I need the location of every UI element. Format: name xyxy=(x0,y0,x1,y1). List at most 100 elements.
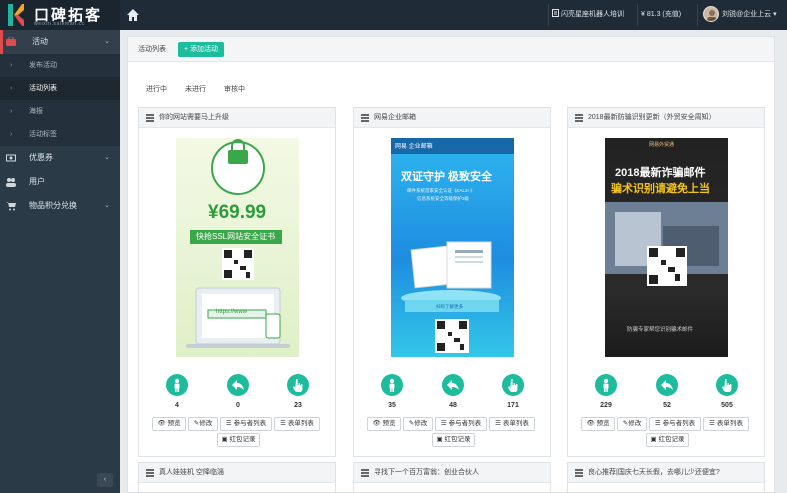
sidebar-collapse-button[interactable]: ‹ xyxy=(97,473,113,487)
balance-link[interactable]: ¥ 81.3 (充值) xyxy=(641,0,689,30)
button-label: 预览 xyxy=(382,420,396,427)
activity-icon xyxy=(6,37,16,46)
list-icon: ☰ xyxy=(709,420,715,427)
page-title: 活动列表 xyxy=(138,46,166,53)
eye-icon: 👁 xyxy=(372,420,381,427)
divider xyxy=(548,4,549,26)
logo[interactable]: 口碑拓客 weixin.saleman.cc xyxy=(0,0,120,30)
activity-card: 你的网站需要马上升级 SSL ¥69.99 快抢SSL网站安全证书 https:… xyxy=(138,107,336,457)
share-icon xyxy=(661,380,673,390)
url-label: https://www xyxy=(216,309,248,315)
edit-button[interactable]: ✎修改 xyxy=(188,417,218,431)
participants-button[interactable]: ☰ 参与者列表 xyxy=(435,417,487,431)
button-label: 表单列表 xyxy=(287,420,314,427)
eye-icon: 👁 xyxy=(586,420,595,427)
person-icon xyxy=(174,378,180,392)
forms-button[interactable]: ☰ 表单列表 xyxy=(274,417,320,431)
activity-card: 网易企业邮箱 网易 企业邮箱 双证守护 极致安全 邮件系统首家安全认证《EAL3… xyxy=(353,107,551,457)
headline-label: 2018最新诈骗邮件 xyxy=(615,167,706,179)
gift-icon: ▣ xyxy=(436,436,443,443)
sidebar-item-users[interactable]: 用户 xyxy=(0,170,120,194)
tab-ongoing[interactable]: 进行中 xyxy=(146,84,167,94)
logo-subtitle: weixin.saleman.cc xyxy=(34,21,85,27)
forms-button[interactable]: ☰ 表单列表 xyxy=(489,417,535,431)
sidebar-item-points-exchange[interactable]: 物品积分兑换 ⌄ xyxy=(0,194,120,218)
redpack-button[interactable]: ▣ 红包记录 xyxy=(432,433,475,447)
list-icon xyxy=(146,469,154,477)
subline-label: 邮件系统首家安全认证《EAL3+》 xyxy=(407,188,475,193)
avatar[interactable] xyxy=(703,6,719,22)
subline-label: 信息系统安全等级保护3级 xyxy=(417,196,470,201)
preview-button[interactable]: 👁 预览 xyxy=(152,417,186,431)
poster-image[interactable]: SSL ¥69.99 快抢SSL网站安全证书 https://www xyxy=(176,138,299,357)
poster-image[interactable]: 网易 企业邮箱 双证守护 极致安全 邮件系统首家安全认证《EAL3+》 信息系统… xyxy=(391,138,514,357)
card-title: 寻找下一个百万富翁：创业合伙人 xyxy=(374,469,479,476)
stat-value: 35 xyxy=(388,402,396,409)
card-header: 真人娃娃机 空降临淄 xyxy=(139,463,335,483)
sidebar-item-activity[interactable]: 活动 ⌄ xyxy=(0,30,120,54)
tab-under-review[interactable]: 审核中 xyxy=(224,84,245,94)
stat-value: 23 xyxy=(294,402,302,409)
button-label: 红包记录 xyxy=(229,436,256,443)
stat-value: 229 xyxy=(600,402,612,409)
sidebar-item-label: 发布活动 xyxy=(29,62,57,69)
clicks-stat xyxy=(716,374,738,396)
card-header: 网易企业邮箱 xyxy=(354,108,550,128)
footer-label: 扫码了解更多 xyxy=(436,304,463,309)
caret-down-icon: ▾ xyxy=(773,11,777,18)
sidebar-item-label: 活动列表 xyxy=(29,85,57,92)
preview-button[interactable]: 👁 预览 xyxy=(367,417,401,431)
button-label: 修改 xyxy=(628,420,642,427)
sidebar-item-activity-tags[interactable]: › 活动标签 xyxy=(0,123,120,146)
list-icon: ☰ xyxy=(440,420,447,427)
person-icon xyxy=(389,378,395,392)
user-menu[interactable]: 刘锐@企业上云 ▾ xyxy=(722,0,777,30)
clicks-stat xyxy=(502,374,524,396)
person-icon xyxy=(603,378,609,392)
stat-value: 505 xyxy=(721,402,733,409)
tab-not-started[interactable]: 未进行 xyxy=(185,84,206,94)
sidebar-item-coupon[interactable]: 优惠券 ⌄ xyxy=(0,146,120,170)
participants-button[interactable]: ☰ 参与者列表 xyxy=(220,417,272,431)
sidebar-item-publish[interactable]: › 发布活动 xyxy=(0,54,120,77)
bot-training-link[interactable]: 闪亮星座机器人培训 xyxy=(552,0,632,30)
button-label: 参与者列表 xyxy=(448,420,482,427)
sidebar-item-label: 活动标签 xyxy=(29,131,57,138)
list-icon xyxy=(361,469,369,477)
activity-card: 真人娃娃机 空降临淄 xyxy=(138,462,336,493)
sidebar-item-activity-list[interactable]: › 活动列表 xyxy=(0,77,120,100)
card-header: 寻找下一个百万富翁：创业合伙人 xyxy=(354,463,550,483)
sidebar: 活动 ⌄ › 发布活动 › 活动列表 › 海报 › 活动标签 优惠券 ⌄ 用户 … xyxy=(0,30,120,493)
list-icon: ☰ xyxy=(225,420,232,427)
list-icon xyxy=(575,114,583,122)
list-icon: ☰ xyxy=(280,420,286,427)
sidebar-item-label: 物品积分兑换 xyxy=(29,201,77,210)
sidebar-item-poster[interactable]: › 海报 xyxy=(0,100,120,123)
forms-button[interactable]: ☰ 表单列表 xyxy=(703,417,749,431)
shares-stat xyxy=(227,374,249,396)
ribbon-label: 快抢SSL网站安全证书 xyxy=(196,232,276,241)
redpack-button[interactable]: ▣ 红包记录 xyxy=(217,433,260,447)
share-icon xyxy=(232,380,244,390)
stat-value: 0 xyxy=(236,402,240,409)
add-activity-button[interactable]: + 添加活动 xyxy=(178,42,224,57)
edit-button[interactable]: ✎修改 xyxy=(617,417,647,431)
button-label: 表单列表 xyxy=(502,420,529,427)
logo-k-icon xyxy=(8,4,24,26)
card-title: 真人娃娃机 空降临淄 xyxy=(159,469,224,476)
sidebar-item-label: 活动 xyxy=(32,37,48,46)
coupon-icon xyxy=(6,154,16,162)
edit-button[interactable]: ✎修改 xyxy=(403,417,433,431)
stat-value: 4 xyxy=(175,402,179,409)
home-icon[interactable] xyxy=(126,8,140,22)
preview-button[interactable]: 👁 预览 xyxy=(581,417,615,431)
eye-icon: 👁 xyxy=(157,420,166,427)
hand-pointer-icon xyxy=(292,379,303,392)
price-label: ¥69.99 xyxy=(208,202,267,223)
list-icon xyxy=(361,114,369,122)
redpack-button[interactable]: ▣ 红包记录 xyxy=(646,433,689,447)
participants-button[interactable]: ☰ 参与者列表 xyxy=(649,417,701,431)
poster-image[interactable]: 网易外贸通 2018最新诈骗邮件 骗术识别请避免上当 防骗专家帮您识别骗术邮件 xyxy=(605,138,728,357)
clicks-stat xyxy=(287,374,309,396)
divider xyxy=(637,4,638,26)
